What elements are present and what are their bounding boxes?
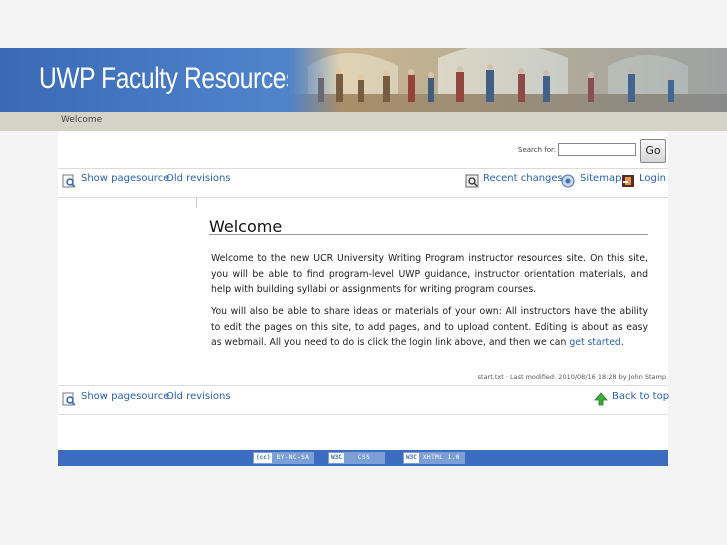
content-column-divider	[196, 198, 197, 208]
intro-paragraph: Welcome to the new UCR University Writin…	[211, 253, 648, 296]
badge-left: W3C	[404, 453, 419, 463]
divider	[58, 197, 668, 198]
site-banner: UWP Faculty Resources	[0, 48, 727, 112]
banner-fresco-image	[288, 48, 727, 112]
get-started-link[interactable]: get started	[569, 337, 621, 348]
show-pagesource-link-bottom[interactable]: Show pagesource	[81, 391, 169, 402]
badge-left: W3C	[329, 453, 344, 463]
show-pagesource-link[interactable]: Show pagesource	[81, 173, 169, 184]
arrow-up-icon[interactable]	[594, 392, 608, 406]
sitemap-icon[interactable]	[561, 174, 575, 188]
search-input[interactable]	[558, 143, 636, 156]
page-source-icon[interactable]	[62, 174, 76, 188]
recent-changes-link[interactable]: Recent changes	[483, 173, 563, 184]
login-link[interactable]: Login	[639, 173, 666, 184]
w3c-css-badge[interactable]: W3C CSS	[328, 452, 386, 464]
breadcrumb-bar: Welcome	[0, 112, 727, 131]
last-modified-info: start.txt · Last modified: 2010/08/16 18…	[477, 373, 666, 381]
search-go-button[interactable]: Go	[640, 139, 666, 163]
page-source-icon[interactable]	[62, 392, 76, 406]
old-revisions-link-bottom[interactable]: Old revisions	[166, 391, 231, 402]
badge-right: XHTML 1.0	[418, 453, 464, 463]
divider	[58, 385, 668, 386]
w3c-xhtml-badge[interactable]: W3C XHTML 1.0	[403, 452, 465, 464]
search-label: Search for:	[518, 146, 557, 154]
back-to-top-link[interactable]: Back to top	[612, 391, 669, 402]
old-revisions-link[interactable]: Old revisions	[166, 173, 231, 184]
badge-left: (cc)	[254, 453, 273, 463]
share-paragraph-end: .	[620, 337, 624, 349]
divider	[58, 168, 668, 169]
footer-bar: (cc) BY-NC-SA W3C CSS W3C XHTML 1.0	[58, 450, 668, 466]
share-paragraph: You will also be able to share ideas or …	[211, 304, 648, 351]
cc-license-badge[interactable]: (cc) BY-NC-SA	[253, 452, 315, 464]
breadcrumb[interactable]: Welcome	[61, 115, 102, 125]
divider	[58, 414, 668, 415]
page-container: Search for: Go Show pagesource Old revis…	[58, 131, 669, 466]
title-underline	[209, 234, 648, 235]
login-icon[interactable]	[621, 174, 635, 188]
badge-right: CSS	[343, 453, 385, 463]
sitemap-link[interactable]: Sitemap	[580, 173, 621, 184]
recent-changes-icon[interactable]	[465, 174, 479, 188]
site-title[interactable]: UWP Faculty Resources	[39, 62, 298, 96]
badge-right: BY-NC-SA	[272, 453, 314, 463]
